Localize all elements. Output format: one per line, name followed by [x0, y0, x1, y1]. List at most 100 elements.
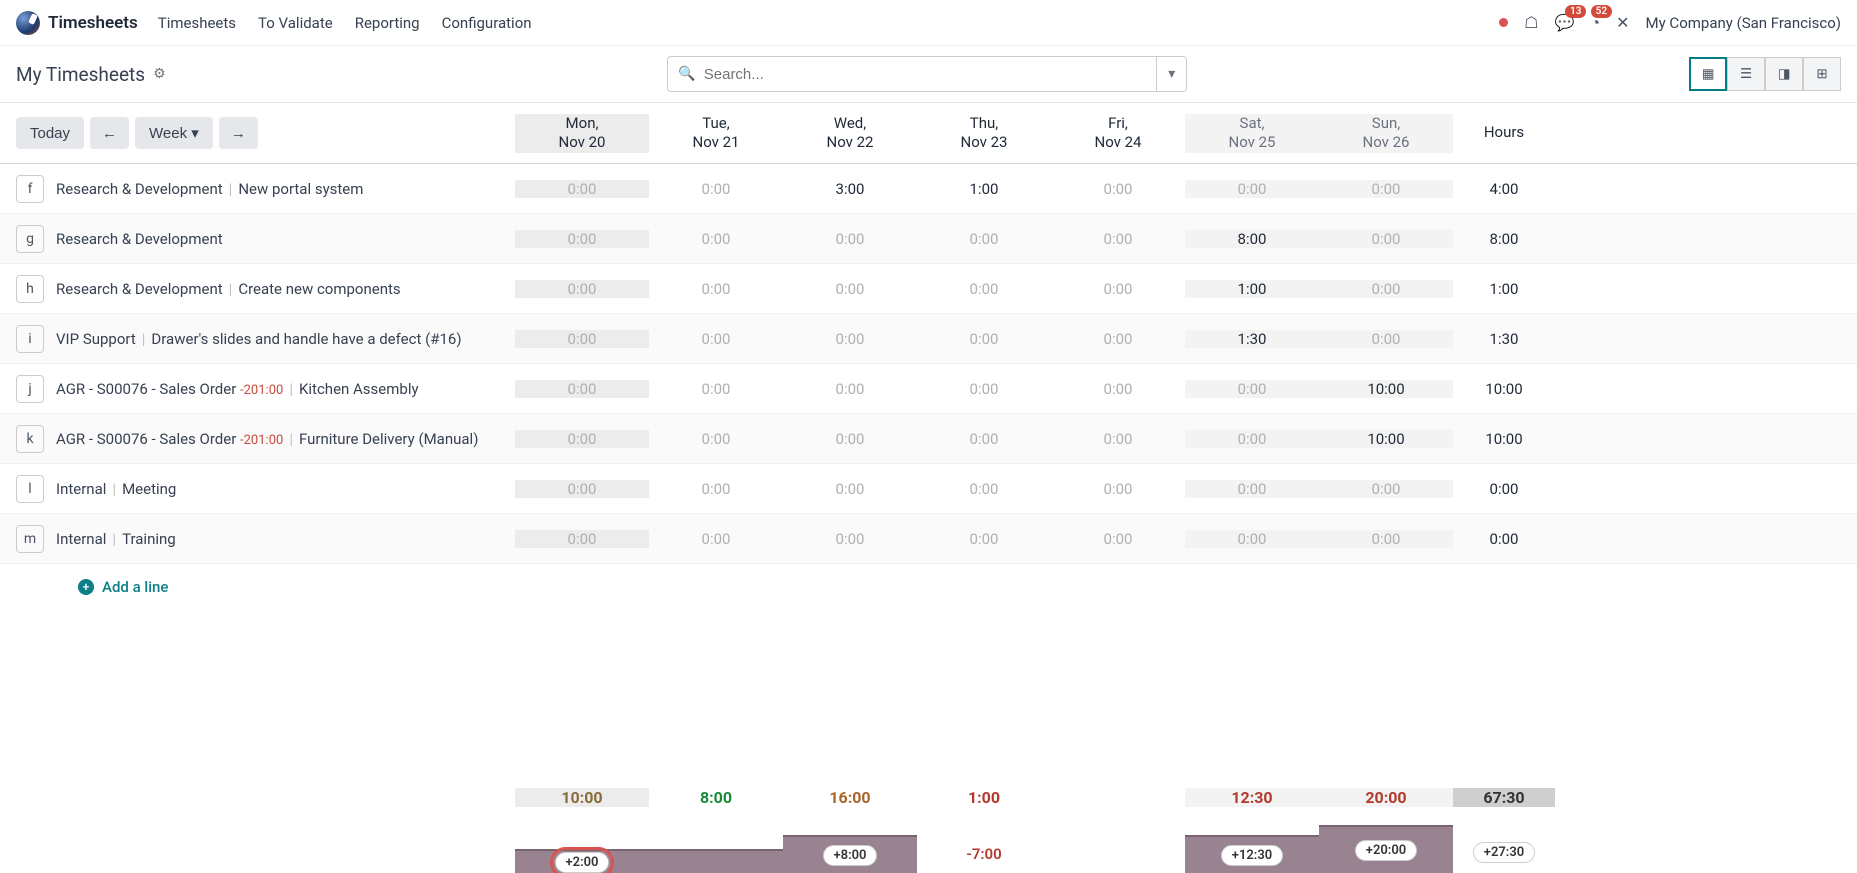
diff-pill-sat: +12:30	[1221, 845, 1283, 866]
time-cell[interactable]: 1:00	[917, 180, 1051, 198]
menu-to-validate[interactable]: To Validate	[258, 14, 333, 32]
time-cell[interactable]: 0:00	[649, 230, 783, 248]
time-cell[interactable]: 0:00	[917, 330, 1051, 348]
time-cell[interactable]: 0:00	[1051, 330, 1185, 348]
time-cell[interactable]: 0:00	[1319, 230, 1453, 248]
search-dropdown[interactable]: ▾	[1157, 56, 1187, 92]
row-label: VIP Support|Drawer's slides and handle h…	[56, 330, 462, 348]
page-title: My Timesheets ⚙	[16, 63, 166, 86]
time-cell[interactable]: 0:00	[1185, 380, 1319, 398]
time-cell[interactable]: 0:00	[515, 530, 649, 548]
time-cell[interactable]: 0:00	[649, 330, 783, 348]
time-cell[interactable]: 0:00	[1185, 430, 1319, 448]
row-hours: 10:00	[1453, 430, 1555, 448]
row-label: Internal|Training	[56, 530, 176, 548]
time-cell[interactable]: 0:00	[1319, 330, 1453, 348]
time-cell[interactable]: 0:00	[1185, 180, 1319, 198]
prev-button[interactable]: ←	[90, 117, 129, 149]
time-cell[interactable]: 3:00	[783, 180, 917, 198]
time-cell[interactable]: 0:00	[1185, 480, 1319, 498]
row-hours: 1:00	[1453, 280, 1555, 298]
task-cell[interactable]: i VIP Support|Drawer's slides and handle …	[0, 325, 515, 353]
task-cell[interactable]: lInternal|Meeting	[0, 475, 515, 503]
next-button[interactable]: →	[219, 117, 258, 149]
time-cell[interactable]: 0:00	[1051, 530, 1185, 548]
time-cell[interactable]: 0:00	[917, 280, 1051, 298]
diff-mon: +2:00	[515, 849, 649, 873]
support-icon[interactable]: ☖	[1524, 13, 1538, 32]
row-label: Internal|Meeting	[56, 480, 176, 498]
time-cell[interactable]: 10:00	[1319, 380, 1453, 398]
time-cell[interactable]: 1:00	[1185, 280, 1319, 298]
time-cell[interactable]: 0:00	[649, 480, 783, 498]
time-cell[interactable]: 0:00	[649, 380, 783, 398]
time-cell[interactable]: 0:00	[515, 180, 649, 198]
task-cell[interactable]: gResearch & Development	[0, 225, 515, 253]
time-cell[interactable]: 0:00	[917, 230, 1051, 248]
time-cell[interactable]: 0:00	[1051, 230, 1185, 248]
time-cell[interactable]: 0:00	[783, 380, 917, 398]
app-name: Timesheets	[48, 13, 138, 33]
time-cell[interactable]: 0:00	[515, 230, 649, 248]
time-cell[interactable]: 0:00	[649, 430, 783, 448]
menu-reporting[interactable]: Reporting	[355, 14, 420, 32]
company-selector[interactable]: My Company (San Francisco)	[1646, 14, 1841, 32]
row-key: i	[16, 325, 44, 353]
search-box[interactable]: 🔍	[667, 56, 1157, 92]
task-cell[interactable]: mInternal|Training	[0, 525, 515, 553]
time-cell[interactable]: 1:30	[1185, 330, 1319, 348]
search-input[interactable]	[704, 66, 1147, 83]
total-tue: 8:00	[649, 788, 783, 807]
time-cell[interactable]: 0:00	[783, 280, 917, 298]
time-cell[interactable]: 0:00	[783, 230, 917, 248]
time-cell[interactable]: 0:00	[783, 330, 917, 348]
time-cell[interactable]: 0:00	[649, 180, 783, 198]
time-cell[interactable]: 0:00	[1051, 430, 1185, 448]
time-cell[interactable]: 0:00	[917, 480, 1051, 498]
time-cell[interactable]: 0:00	[1319, 280, 1453, 298]
today-button[interactable]: Today	[16, 117, 84, 149]
time-cell[interactable]: 8:00	[1185, 230, 1319, 248]
task-cell[interactable]: jAGR - S00076 - Sales Order -201:00|Kitc…	[0, 375, 515, 403]
time-cell[interactable]: 0:00	[1051, 380, 1185, 398]
time-cell[interactable]: 0:00	[783, 530, 917, 548]
time-cell[interactable]: 0:00	[515, 280, 649, 298]
menu-configuration[interactable]: Configuration	[442, 14, 532, 32]
table-row: fResearch & Development|New portal syste…	[0, 164, 1857, 214]
time-cell[interactable]: 0:00	[515, 480, 649, 498]
time-cell[interactable]: 0:00	[515, 430, 649, 448]
chat-icon[interactable]: 💬13	[1555, 13, 1575, 32]
time-cell[interactable]: 10:00	[1319, 430, 1453, 448]
time-cell[interactable]: 0:00	[649, 530, 783, 548]
menu-timesheets[interactable]: Timesheets	[158, 14, 236, 32]
tools-icon[interactable]: ✕	[1616, 13, 1629, 32]
time-cell[interactable]: 0:00	[917, 530, 1051, 548]
time-cell[interactable]: 0:00	[1185, 530, 1319, 548]
time-cell[interactable]: 0:00	[783, 480, 917, 498]
time-cell[interactable]: 0:00	[1051, 180, 1185, 198]
task-cell[interactable]: kAGR - S00076 - Sales Order -201:00|Furn…	[0, 425, 515, 453]
add-line-button[interactable]: +Add a line	[0, 564, 1857, 610]
time-cell[interactable]: 0:00	[1319, 180, 1453, 198]
time-cell[interactable]: 0:00	[515, 380, 649, 398]
time-cell[interactable]: 0:00	[649, 280, 783, 298]
time-cell[interactable]: 0:00	[1319, 480, 1453, 498]
gear-icon[interactable]: ⚙	[153, 66, 166, 82]
time-cell[interactable]: 0:00	[917, 380, 1051, 398]
task-cell[interactable]: fResearch & Development|New portal syste…	[0, 175, 515, 203]
view-grid-button[interactable]: ▦	[1689, 57, 1727, 91]
time-cell[interactable]: 0:00	[515, 330, 649, 348]
time-cell[interactable]: 0:00	[1319, 530, 1453, 548]
table-row: hResearch & Development|Create new compo…	[0, 264, 1857, 314]
time-cell[interactable]: 0:00	[917, 430, 1051, 448]
time-cell[interactable]: 0:00	[1051, 280, 1185, 298]
view-kanban-button[interactable]: ◨	[1765, 57, 1803, 91]
task-cell[interactable]: hResearch & Development|Create new compo…	[0, 275, 515, 303]
range-button[interactable]: Week ▾	[135, 117, 213, 149]
view-pivot-button[interactable]: ⊞	[1803, 57, 1841, 91]
time-cell[interactable]: 0:00	[1051, 480, 1185, 498]
time-cell[interactable]: 0:00	[783, 430, 917, 448]
view-list-button[interactable]: ☰	[1727, 57, 1765, 91]
activity-icon[interactable]: ◔52	[1590, 13, 1600, 33]
app-logo[interactable]: Timesheets	[16, 11, 138, 35]
